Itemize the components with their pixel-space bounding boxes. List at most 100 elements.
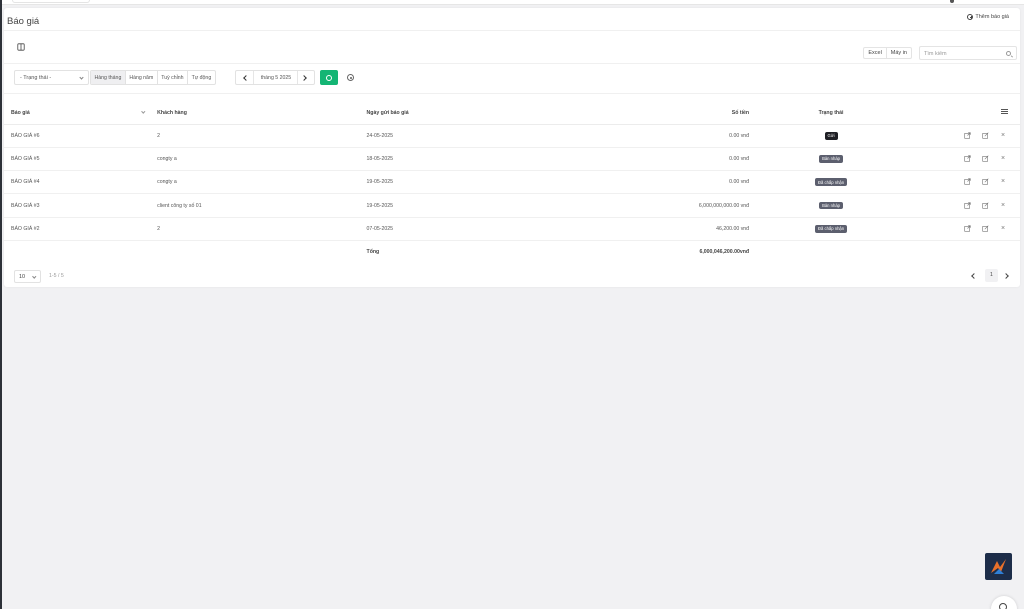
sort-down-icon[interactable]: [141, 109, 145, 114]
top-bar: [2, 0, 1024, 5]
page-size-select[interactable]: 10: [14, 270, 41, 283]
open-external-icon[interactable]: [962, 200, 972, 210]
current-period-label[interactable]: tháng 5 2025: [256, 75, 296, 81]
quotes-table: Báo giá Khách hàng Ngày gửi báo giá Số t…: [4, 102, 1020, 264]
close-icon[interactable]: ×: [998, 177, 1008, 187]
period-tabs: Hàng tháng Hàng năm Tuỳ chỉnh Tự động: [90, 70, 216, 85]
column-header-date[interactable]: Ngày gửi báo giá: [354, 102, 490, 125]
client-cell[interactable]: 2: [145, 124, 355, 148]
tab-monthly[interactable]: Hàng tháng: [91, 71, 125, 84]
reset-filter-button[interactable]: [343, 70, 358, 85]
check-circle-icon: [326, 74, 332, 81]
chevron-down-icon: [31, 273, 36, 278]
date-navigator: tháng 5 2025: [235, 70, 315, 85]
search-icon[interactable]: [1006, 50, 1011, 56]
total-value: 6,000,046,200.00vnđ: [699, 249, 750, 256]
status-badge: Gửi: [824, 131, 838, 140]
chevron-right-icon[interactable]: [301, 74, 307, 81]
amount-cell: 6,000,000,000.00 vnđ: [489, 193, 752, 218]
edit-icon[interactable]: [980, 177, 990, 187]
add-quote-label: Thêm báo giá: [975, 14, 1009, 20]
apply-filter-button[interactable]: [320, 70, 338, 85]
column-header-quote[interactable]: Báo giá: [4, 102, 146, 125]
open-external-icon[interactable]: [962, 224, 972, 234]
amount-cell: 0.00 vnđ: [489, 147, 752, 172]
client-cell[interactable]: congty a: [145, 147, 355, 172]
menu-icon[interactable]: [1001, 108, 1008, 115]
quotes-card: Báo giá Thêm báo giá Excel Máy in - Trạn…: [4, 8, 1020, 287]
support-chat-button[interactable]: [991, 596, 1017, 609]
current-page-button[interactable]: 1: [985, 269, 998, 282]
previous-page-button[interactable]: [971, 273, 977, 279]
quote-id-cell[interactable]: BÁO GIÁ #2: [4, 217, 146, 241]
export-group: Excel Máy in: [863, 47, 912, 59]
tab-auto[interactable]: Tự động: [187, 71, 215, 84]
column-header-label: Báo giá: [11, 109, 30, 116]
status-cell: Bản nháp: [751, 193, 911, 218]
empty-cell: [145, 240, 354, 263]
table-row: BÁO GIÁ #2 2 07-05-2025 46,200.00 vnđ Đã chấ…: [4, 217, 1020, 241]
quote-id-cell[interactable]: BÁO GIÁ #3: [4, 193, 146, 218]
add-quote-button[interactable]: Thêm báo giá: [967, 14, 1009, 20]
edit-icon[interactable]: [980, 130, 990, 140]
divider: [253, 71, 254, 84]
top-bar-indicator: [950, 0, 954, 3]
amount-cell: 0.00 vnđ: [489, 124, 752, 148]
empty-cell: [4, 240, 145, 263]
app-edge: [0, 0, 2, 609]
status-cell: Đã chấp nhận: [751, 217, 911, 241]
status-filter-select[interactable]: - Trạng thái -: [14, 70, 89, 85]
close-icon[interactable]: ×: [998, 200, 1008, 210]
close-icon[interactable]: ×: [998, 154, 1008, 164]
quote-id-cell[interactable]: BÁO GIÁ #5: [4, 147, 146, 172]
table-row: BÁO GIÁ #5 congty a 18-05-2025 0.00 vnđ Bản …: [4, 147, 1020, 172]
table-row: BÁO GIÁ #4 congty a 19-05-2025 0.00 vnđ Đã c…: [4, 170, 1020, 195]
total-label: Tổng: [366, 249, 380, 256]
empty-cell: [751, 240, 911, 263]
open-external-icon[interactable]: [962, 177, 972, 187]
chevron-left-icon[interactable]: [243, 74, 249, 81]
client-cell[interactable]: congty a: [145, 170, 355, 195]
tab-custom[interactable]: Tuỳ chỉnh: [156, 71, 187, 84]
actions-cell: ×: [911, 170, 1020, 195]
edit-icon[interactable]: [980, 154, 990, 164]
top-bar-tab[interactable]: [12, 0, 90, 3]
column-header-status[interactable]: Trạng thái: [751, 102, 911, 125]
client-cell[interactable]: 2: [145, 217, 355, 241]
column-header-amount[interactable]: Số tiền: [489, 102, 752, 125]
pagination: 10 1-5 / 5 1: [4, 264, 1020, 284]
client-cell[interactable]: client công ty số 01: [145, 193, 355, 218]
excel-button[interactable]: Excel: [864, 48, 885, 58]
close-icon[interactable]: ×: [998, 130, 1008, 140]
quote-id-cell[interactable]: BÁO GIÁ #6: [4, 124, 146, 148]
status-badge: Bản nháp: [819, 155, 843, 163]
column-header-client[interactable]: Khách hàng: [145, 102, 355, 125]
edit-icon[interactable]: [980, 224, 990, 234]
open-external-icon[interactable]: [962, 130, 972, 140]
amount-cell: 0.00 vnđ: [489, 170, 752, 195]
divider: [297, 71, 298, 84]
quote-id-cell[interactable]: BÁO GIÁ #4: [4, 170, 146, 195]
tab-yearly[interactable]: Hàng năm: [124, 71, 157, 84]
status-filter-value: - Trạng thái -: [20, 74, 52, 81]
table-row: BÁO GIÁ #3 client công ty số 01 19-05-2025…: [4, 193, 1020, 218]
edit-icon[interactable]: [980, 200, 990, 210]
column-header-options: [911, 102, 1020, 125]
status-cell: Đã chấp nhận: [751, 170, 911, 195]
actions-cell: ×: [911, 217, 1020, 241]
columns-toggle-button[interactable]: [14, 40, 28, 54]
toolbar: Excel Máy in: [4, 37, 1020, 61]
open-external-icon[interactable]: [962, 154, 972, 164]
status-cell: Gửi: [751, 124, 911, 148]
logo-mark-icon: [991, 559, 1006, 574]
brand-logo[interactable]: [985, 553, 1012, 580]
date-cell: 24-05-2025: [354, 124, 490, 148]
status-cell: Bản nháp: [751, 147, 911, 172]
next-page-button[interactable]: [1003, 273, 1009, 279]
close-icon[interactable]: ×: [998, 224, 1008, 234]
actions-cell: ×: [911, 147, 1020, 172]
search-input[interactable]: [924, 50, 999, 57]
print-button[interactable]: Máy in: [885, 48, 911, 58]
divider: [4, 63, 1020, 64]
plus-circle-icon: [967, 14, 974, 20]
